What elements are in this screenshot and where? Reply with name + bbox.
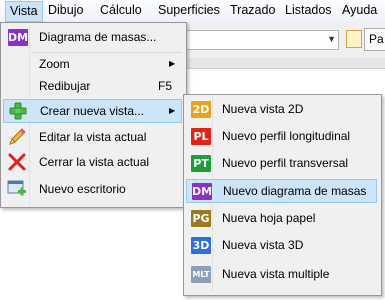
menu-dibujo[interactable]: Dibujo xyxy=(44,0,87,21)
hoja-papel-icon: PG xyxy=(191,210,211,227)
diagrama-masas-icon: DM xyxy=(192,183,213,200)
menu-bar: Vista Dibujo Cálculo Superficies Trazado… xyxy=(0,0,385,23)
menu-item-crear-nueva-vista[interactable]: Crear nueva vista... ▶ xyxy=(3,99,182,123)
vista-multiple-icon: MLT xyxy=(191,266,211,283)
view-combo[interactable]: ▼ xyxy=(185,30,339,50)
perfil-transversal-icon: PT xyxy=(191,155,211,172)
menu-calculo[interactable]: Cálculo xyxy=(96,0,146,21)
note-icon[interactable] xyxy=(346,30,362,48)
crear-nueva-vista-submenu: 2D Nueva vista 2D PL Nuevo perfil longit… xyxy=(183,94,382,296)
menu-item-cerrar-vista[interactable]: Cerrar la vista actual xyxy=(3,151,182,173)
vista-menu: DM Diagrama de masas... Zoom ▶ Redibujar… xyxy=(0,22,187,208)
chevron-down-icon[interactable]: ▼ xyxy=(327,34,336,44)
chevron-right-icon: ▶ xyxy=(169,106,176,115)
submenu-item-diagrama-masas[interactable]: DM Nuevo diagrama de masas xyxy=(186,179,377,203)
perfil-longitudinal-icon: PL xyxy=(191,128,211,145)
submenu-item-hoja-papel[interactable]: PG Nueva hoja papel xyxy=(186,207,377,229)
pencil-icon xyxy=(9,128,26,145)
plus-icon xyxy=(9,102,27,120)
menu-item-zoom[interactable]: Zoom ▶ xyxy=(3,53,182,75)
close-icon xyxy=(8,153,26,171)
toolbar-button[interactable]: Pa xyxy=(364,28,385,51)
menu-listados[interactable]: Listados xyxy=(281,0,336,21)
submenu-item-perfil-longitudinal[interactable]: PL Nuevo perfil longitudinal xyxy=(186,125,377,147)
menu-item-diagrama-masas[interactable]: DM Diagrama de masas... xyxy=(3,26,182,48)
menu-item-editar-vista[interactable]: Editar la vista actual xyxy=(3,126,182,148)
submenu-item-perfil-transversal[interactable]: PT Nuevo perfil transversal xyxy=(186,152,377,174)
menu-item-nuevo-escritorio[interactable]: Nuevo escritorio xyxy=(3,178,182,200)
new-desktop-icon xyxy=(7,180,26,196)
menu-item-redibujar[interactable]: Redibujar F5 xyxy=(3,75,182,97)
submenu-item-vista-2d[interactable]: 2D Nueva vista 2D xyxy=(186,98,377,120)
vista-2d-icon: 2D xyxy=(191,101,211,118)
tab-strip xyxy=(185,58,385,69)
submenu-item-vista-3d[interactable]: 3D Nueva vista 3D xyxy=(186,234,377,256)
vista-3d-icon: 3D xyxy=(191,237,211,254)
chevron-right-icon: ▶ xyxy=(169,59,176,68)
menu-ayuda[interactable]: Ayuda xyxy=(338,0,381,21)
submenu-item-vista-multiple[interactable]: MLT Nueva vista multiple xyxy=(186,263,377,285)
menu-vista[interactable]: Vista xyxy=(5,1,43,22)
shortcut-label: F5 xyxy=(158,79,173,93)
menu-trazado[interactable]: Trazado xyxy=(226,0,279,21)
diagrama-masas-icon: DM xyxy=(8,29,29,46)
menu-superficies[interactable]: Superficies xyxy=(154,0,224,21)
